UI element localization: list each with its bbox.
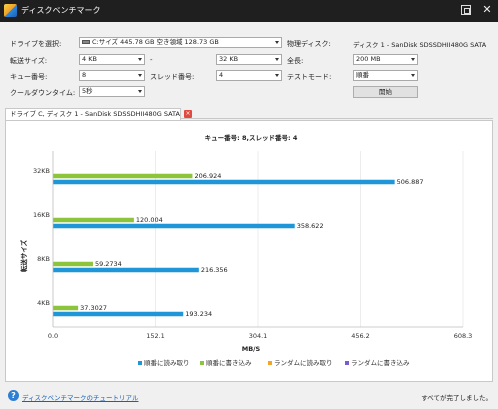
bar [53, 217, 134, 223]
transfer-size-label: 転送サイズ: [10, 57, 48, 65]
chart-panel: キュー番号: 8,スレッド番号: 4 206.924 506.887 120.004… [5, 120, 493, 382]
cooldown-value: 5秒 [82, 87, 93, 95]
bar-data-label: 216.356 [201, 266, 228, 274]
tab-label: ドライブ C, ディスク 1 - SanDisk SDSSDHII480G SA… [10, 110, 180, 118]
legend-entry: ランダムに書き込み [351, 358, 410, 367]
drive-label: ドライブを選択: [10, 40, 62, 48]
chevron-down-icon [138, 74, 142, 77]
bar [53, 305, 79, 311]
legend-swatch [345, 361, 349, 365]
help-icon[interactable]: ? [8, 390, 19, 401]
queue-value: 8 [82, 71, 87, 79]
close-icon[interactable]: × [184, 110, 192, 118]
bar-data-label: 193.234 [185, 310, 212, 318]
y-category-label: 8KB [37, 255, 50, 263]
chevron-down-icon [411, 74, 415, 77]
tutorial-link[interactable]: ディスクベンチマークのチュートリアル [22, 392, 138, 402]
bar-data-label: 506.887 [397, 178, 424, 186]
queue-label: キュー番号: [10, 73, 48, 81]
drive-icon [82, 40, 90, 44]
bar-data-label: 37.3027 [80, 304, 107, 312]
bar [53, 261, 93, 267]
x-tick-label: 304.1 [249, 332, 268, 340]
legend-swatch [200, 361, 204, 365]
bar-data-label: 206.924 [194, 172, 221, 180]
legend-swatch [268, 361, 272, 365]
total-select[interactable]: 200 MB [353, 54, 418, 65]
bar [53, 179, 395, 185]
chevron-down-icon [275, 41, 279, 44]
x-tick-label: 608.3 [454, 332, 473, 340]
x-tick-label: 152.1 [146, 332, 165, 340]
close-button[interactable]: ✕ [480, 2, 494, 18]
chevron-down-icon [411, 58, 415, 61]
bar-data-label: 59.2734 [95, 260, 122, 268]
bar [53, 311, 184, 317]
x-tick-label: 0.0 [48, 332, 58, 340]
restore-button[interactable] [461, 5, 471, 15]
transfer-size-separator: - [150, 56, 153, 64]
chevron-down-icon [138, 58, 142, 61]
chevron-down-icon [275, 58, 279, 61]
drive-select[interactable]: C:サイズ 445.78 GB 空き領域 128.73 GB [79, 37, 282, 48]
cooldown-select[interactable]: 5秒 [79, 86, 145, 97]
queue-select[interactable]: 8 [79, 70, 145, 81]
cooldown-label: クールダウンタイム: [10, 89, 76, 97]
legend-swatch [138, 361, 142, 365]
total-label: 全長: [287, 57, 304, 65]
test-mode-label: テストモード: [287, 73, 332, 81]
drive-select-value: C:サイズ 445.78 GB 空き領域 128.73 GB [92, 38, 219, 46]
x-tick-label: 456.2 [351, 332, 370, 340]
total-value: 200 MB [356, 55, 381, 63]
y-category-label: 16KB [33, 211, 50, 219]
test-mode-value: 順番 [356, 71, 369, 79]
chevron-down-icon [138, 90, 142, 93]
status-text: すべてが完了しました。 [421, 394, 492, 402]
bar-data-label: 120.004 [136, 216, 163, 224]
title-bar: ディスクベンチマーク ✕ [0, 0, 498, 22]
x-axis-label: MB/S [242, 345, 261, 353]
test-mode-select[interactable]: 順番 [353, 70, 418, 81]
benchmark-chart: キュー番号: 8,スレッド番号: 4 206.924 506.887 120.004… [19, 133, 473, 367]
start-button[interactable]: 開始 [353, 86, 418, 98]
tab-bar: ドライブ C, ディスク 1 - SanDisk SDSSDHII480G SA… [5, 108, 493, 120]
transfer-size-to-value: 32 KB [219, 55, 239, 63]
thread-label: スレッド番号: [150, 73, 195, 81]
bar [53, 267, 199, 273]
bar [53, 173, 193, 179]
chart-title: キュー番号: 8,スレッド番号: 4 [205, 133, 298, 142]
physical-disk-value: ディスク 1 - SanDisk SDSSDHII480G SATA [353, 41, 487, 49]
transfer-size-to-select[interactable]: 32 KB [216, 54, 282, 65]
tab-drive-c[interactable]: ドライブ C, ディスク 1 - SanDisk SDSSDHII480G SA… [5, 108, 192, 120]
y-category-label: 4KB [37, 299, 50, 307]
thread-value: 4 [219, 71, 224, 79]
transfer-size-from-value: 4 KB [82, 55, 97, 63]
legend-entry: 順番に読み取り [144, 358, 190, 367]
y-axis-label: 転送サイズ [19, 239, 28, 272]
y-category-label: 32KB [33, 167, 50, 175]
chevron-down-icon [275, 74, 279, 77]
bar [53, 223, 295, 229]
bar-data-label: 358.622 [297, 222, 324, 230]
window-title: ディスクベンチマーク [21, 6, 101, 15]
thread-select[interactable]: 4 [216, 70, 282, 81]
legend-entry: ランダムに読み取り [274, 358, 333, 367]
physical-disk-label: 物理ディスク: [287, 40, 331, 48]
app-icon [4, 4, 17, 17]
transfer-size-from-select[interactable]: 4 KB [79, 54, 145, 65]
legend-entry: 順番に書き込み [206, 358, 252, 367]
settings-panel: ドライブを選択: C:サイズ 445.78 GB 空き領域 128.73 GB … [0, 22, 498, 108]
